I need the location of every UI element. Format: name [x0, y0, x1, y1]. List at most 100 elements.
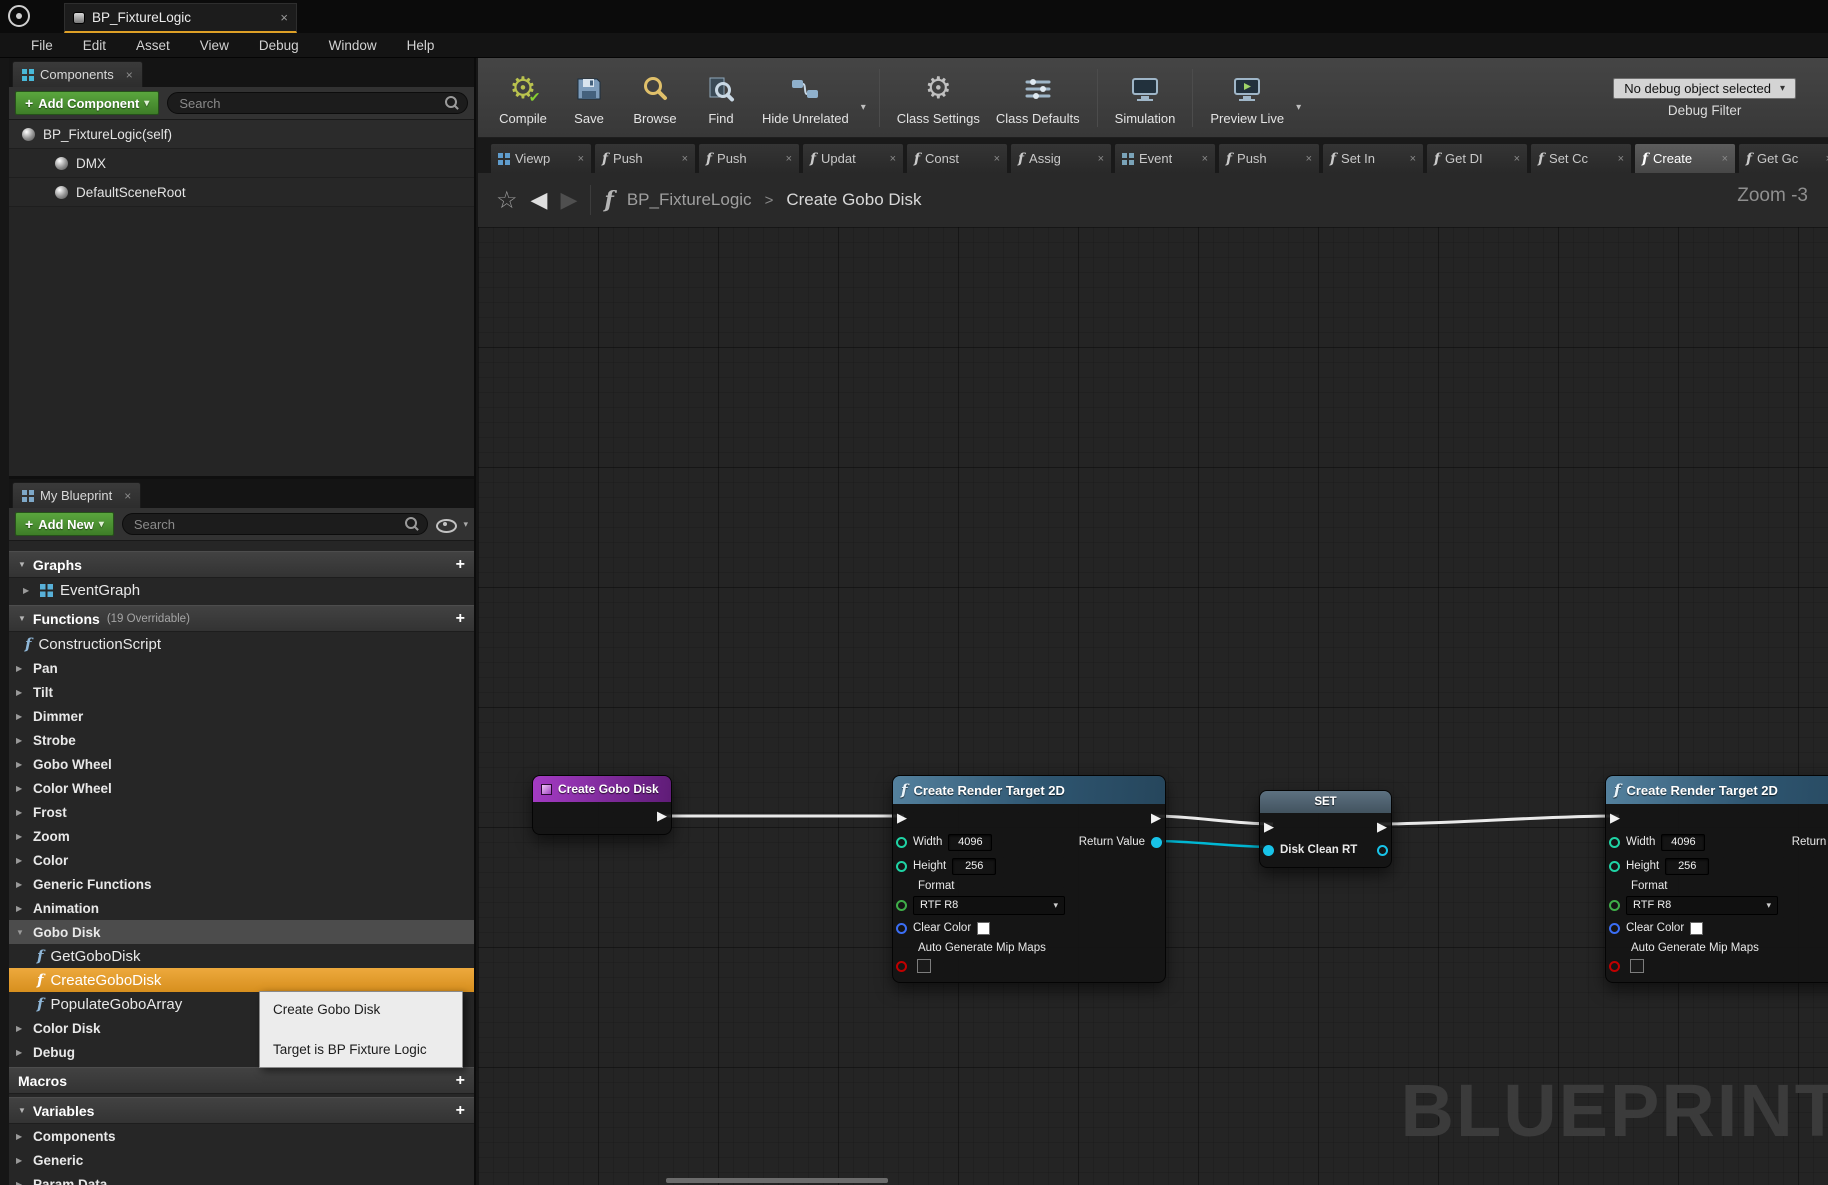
favorite-star-icon[interactable]: ☆ — [496, 186, 518, 215]
auto-generate-mip-maps-pin[interactable] — [896, 961, 907, 972]
add-function-icon[interactable]: + — [456, 610, 465, 628]
hide-unrelated-button[interactable]: Hide Unrelated — [754, 61, 857, 135]
expander-icon[interactable]: ▶ — [16, 832, 26, 841]
tree-row-dmx[interactable]: DMX — [9, 149, 474, 178]
category-animation[interactable]: ▶Animation — [9, 896, 474, 920]
exec-in-pin[interactable]: ▶ — [897, 811, 907, 824]
tree-row-self[interactable]: BP_FixtureLogic(self) — [9, 120, 474, 149]
category-gobo-wheel[interactable]: ▶Gobo Wheel — [9, 752, 474, 776]
function-creategobodisk-selected[interactable]: f CreateGoboDisk — [9, 968, 474, 992]
menu-view[interactable]: View — [185, 33, 244, 58]
browse-button[interactable]: Browse — [622, 61, 688, 135]
format-pin[interactable] — [896, 900, 907, 911]
expander-icon[interactable]: ▼ — [18, 614, 26, 623]
node-create-render-target-2d-2[interactable]: f Create Render Target 2D ▶ ▶ Width 4096… — [1605, 775, 1828, 983]
format-dropdown[interactable]: RTF R8 ▾ — [913, 896, 1065, 915]
debug-object-dropdown[interactable]: No debug object selected ▾ — [1613, 78, 1796, 99]
graph-tab-const[interactable]: fConst× — [906, 143, 1008, 173]
expander-icon[interactable]: ▶ — [16, 736, 26, 745]
auto-generate-mip-maps-pin[interactable] — [1609, 961, 1620, 972]
category-color-wheel[interactable]: ▶Color Wheel — [9, 776, 474, 800]
menu-edit[interactable]: Edit — [68, 33, 121, 58]
width-input[interactable]: 4096 — [1661, 834, 1705, 851]
expander-icon[interactable]: ▼ — [18, 560, 26, 569]
class-defaults-button[interactable]: Class Defaults — [988, 61, 1088, 135]
preview-live-dropdown-icon[interactable]: ▾ — [1292, 102, 1305, 113]
compile-button[interactable]: ⚙✔ Compile — [490, 61, 556, 135]
expander-icon[interactable]: ▶ — [16, 808, 26, 817]
close-icon[interactable]: × — [1306, 153, 1312, 165]
format-pin[interactable] — [1609, 900, 1620, 911]
close-icon[interactable]: × — [786, 153, 792, 165]
expander-icon[interactable]: ▶ — [16, 760, 26, 769]
graph-tab-get-gc[interactable]: fGet Gc× — [1738, 143, 1828, 173]
category-tilt[interactable]: ▶Tilt — [9, 680, 474, 704]
add-component-button[interactable]: + Add Component ▾ — [15, 91, 159, 115]
asset-tab-bp-fixturelogic[interactable]: BP_FixtureLogic × — [64, 3, 297, 33]
expander-icon[interactable]: ▶ — [16, 784, 26, 793]
find-button[interactable]: Find — [688, 61, 754, 135]
list-item-eventgraph[interactable]: ▶ EventGraph — [9, 578, 474, 602]
clear-color-pin[interactable] — [896, 923, 907, 934]
format-dropdown[interactable]: RTF R8 ▾ — [1626, 896, 1778, 915]
breadcrumb-current[interactable]: Create Gobo Disk — [786, 190, 921, 210]
node-header[interactable]: SET — [1260, 791, 1391, 813]
graph-tab-get-di[interactable]: fGet DI× — [1426, 143, 1528, 173]
category-gobo-disk[interactable]: ▼Gobo Disk — [9, 920, 474, 944]
menu-window[interactable]: Window — [314, 33, 392, 58]
graph-tab-push-3[interactable]: fPush× — [1218, 143, 1320, 173]
expander-icon[interactable]: ▶ — [16, 856, 26, 865]
height-input[interactable]: 256 — [1665, 858, 1709, 875]
node-create-render-target-2d-1[interactable]: f Create Render Target 2D ▶ ▶ Width 4096… — [892, 775, 1166, 983]
category-generic-functions[interactable]: ▶Generic Functions — [9, 872, 474, 896]
disk-clean-rt-in-pin[interactable] — [1263, 845, 1274, 856]
category-dimmer[interactable]: ▶Dimmer — [9, 704, 474, 728]
section-header-functions[interactable]: ▼ Functions (19 Overridable) + — [9, 605, 474, 632]
components-search-input[interactable] — [167, 92, 468, 114]
category-color[interactable]: ▶Color — [9, 848, 474, 872]
menu-file[interactable]: File — [16, 33, 68, 58]
expander-icon[interactable]: ▼ — [18, 1106, 26, 1115]
add-new-button[interactable]: + Add New ▾ — [15, 512, 114, 536]
node-header[interactable]: f Create Render Target 2D — [1606, 776, 1828, 804]
tab-my-blueprint[interactable]: My Blueprint × — [12, 482, 141, 508]
graph-tab-update[interactable]: fUpdat× — [802, 143, 904, 173]
graph-tab-push-2[interactable]: fPush× — [698, 143, 800, 173]
disk-clean-rt-out-pin[interactable] — [1377, 845, 1388, 856]
auto-generate-mip-maps-checkbox[interactable] — [1630, 959, 1644, 973]
add-graph-icon[interactable]: + — [456, 556, 465, 574]
expander-icon[interactable]: ▶ — [16, 1024, 26, 1033]
clear-color-swatch[interactable] — [1690, 922, 1703, 935]
category-param-data[interactable]: ▶Param Data — [9, 1172, 474, 1185]
graph-tab-create-active[interactable]: fCreate× — [1634, 143, 1736, 173]
breadcrumb-root[interactable]: BP_FixtureLogic — [627, 190, 752, 210]
graph-tab-set-in[interactable]: fSet In× — [1322, 143, 1424, 173]
function-getgobodisk[interactable]: f GetGoboDisk — [9, 944, 474, 968]
class-settings-button[interactable]: ⚙ Class Settings — [889, 61, 988, 135]
expander-icon[interactable]: ▶ — [16, 1048, 26, 1057]
expander-icon[interactable]: ▶ — [16, 1132, 26, 1141]
graph-tab-push-1[interactable]: fPush× — [594, 143, 696, 173]
close-icon[interactable]: × — [1410, 153, 1416, 165]
blueprint-graph-canvas[interactable]: Create Gobo Disk ▶ f Create Render Targe… — [478, 227, 1828, 1185]
visibility-filter-icon[interactable] — [436, 516, 455, 533]
node-set-disk-clean-rt[interactable]: SET ▶ ▶ Disk Clean RT — [1259, 790, 1392, 868]
height-pin[interactable] — [896, 861, 907, 872]
auto-generate-mip-maps-checkbox[interactable] — [917, 959, 931, 973]
graph-tab-set-cc[interactable]: fSet Cc× — [1530, 143, 1632, 173]
menu-debug[interactable]: Debug — [244, 33, 314, 58]
category-frost[interactable]: ▶Frost — [9, 800, 474, 824]
close-icon[interactable]: × — [994, 153, 1000, 165]
add-macro-icon[interactable]: + — [456, 1072, 465, 1090]
height-input[interactable]: 256 — [952, 858, 996, 875]
preview-live-button[interactable]: Preview Live — [1202, 61, 1292, 135]
section-header-variables[interactable]: ▼ Variables + — [9, 1097, 474, 1124]
list-item-constructionscript[interactable]: f ConstructionScript — [9, 632, 474, 656]
back-icon[interactable]: ◀ — [531, 187, 548, 213]
close-icon[interactable]: × — [1202, 153, 1208, 165]
category-generic[interactable]: ▶Generic — [9, 1148, 474, 1172]
width-pin[interactable] — [896, 837, 907, 848]
menu-help[interactable]: Help — [392, 33, 450, 58]
node-header[interactable]: Create Gobo Disk — [533, 776, 671, 802]
expander-icon[interactable]: ▶ — [16, 904, 26, 913]
